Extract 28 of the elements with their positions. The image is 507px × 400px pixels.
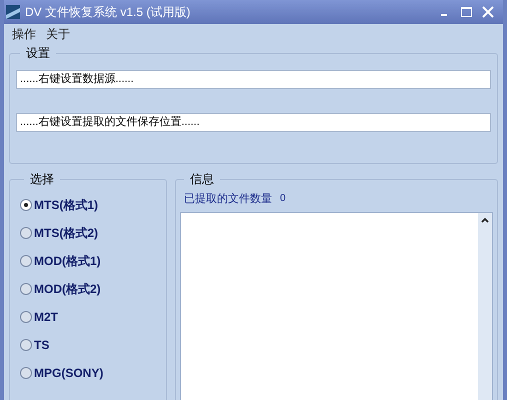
group-title: 设置: [25, 45, 51, 62]
count-value: 0: [280, 192, 286, 206]
radio-button[interactable]: [20, 283, 32, 295]
option-label[interactable]: M2T: [34, 308, 58, 326]
radio-button[interactable]: [20, 199, 32, 211]
scroll-up-icon[interactable]: [481, 216, 489, 223]
path-field[interactable]: ......右键设置数据源......: [16, 70, 491, 89]
radio-button[interactable]: [20, 367, 32, 379]
menu-item[interactable]: 关于: [46, 25, 70, 43]
menu-item[interactable]: 操作: [12, 25, 36, 43]
window-title: DV 文件恢复系统 v1.5 (试用版): [25, 4, 190, 21]
option-label[interactable]: MOD(格式2): [34, 280, 101, 298]
path-field[interactable]: ......右键设置提取的文件保存位置......: [16, 113, 491, 132]
maximize-button[interactable]: [459, 5, 473, 19]
option-label[interactable]: MOD(格式1): [34, 252, 101, 270]
option-label[interactable]: MPG(SONY): [34, 364, 104, 382]
radio-button[interactable]: [20, 339, 32, 351]
group-title: 信息: [189, 171, 215, 188]
option-label[interactable]: MTS(格式2): [34, 224, 98, 242]
radio-button[interactable]: [20, 227, 32, 239]
radio-button[interactable]: [20, 311, 32, 323]
close-button[interactable]: [481, 5, 495, 19]
option-label[interactable]: MTS(格式1): [34, 196, 98, 214]
radio-button[interactable]: [20, 255, 32, 267]
app-icon: [6, 5, 20, 19]
option-label[interactable]: TS: [34, 336, 50, 354]
count-label: 已提取的文件数量: [184, 192, 272, 207]
group-title: 选择: [29, 171, 55, 188]
